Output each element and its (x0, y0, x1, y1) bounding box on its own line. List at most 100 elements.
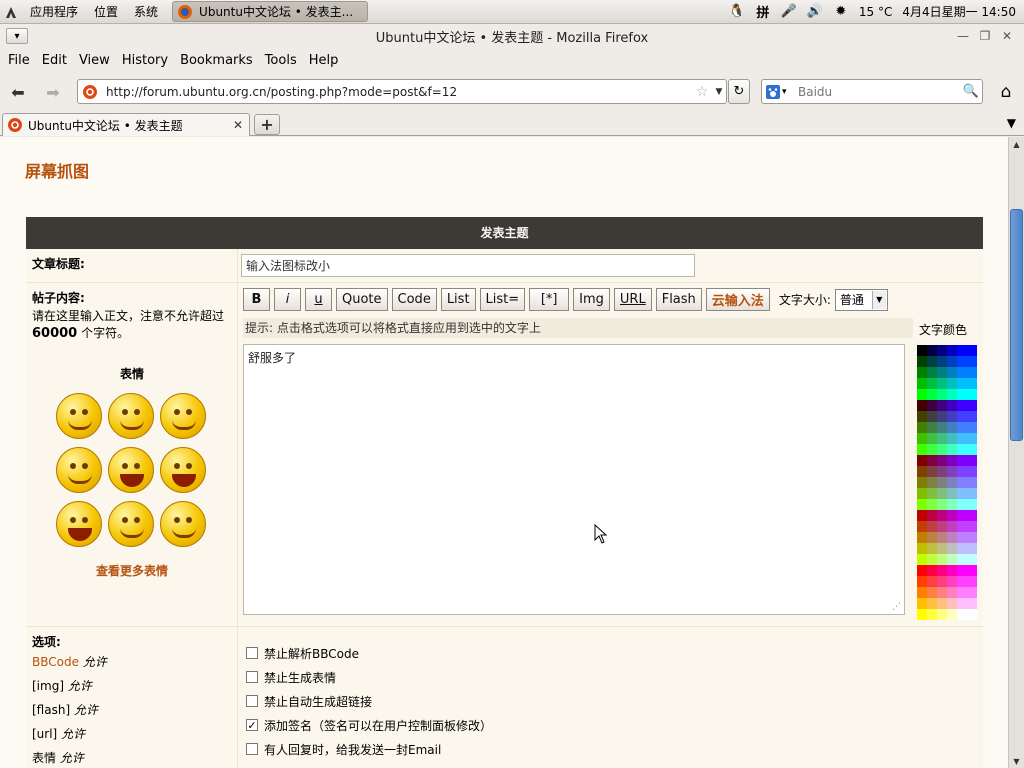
color-swatch[interactable] (917, 433, 927, 444)
smiley-sweat-icon[interactable] (160, 447, 206, 493)
color-swatch[interactable] (957, 400, 967, 411)
color-swatch[interactable] (967, 422, 977, 433)
bbcode-help-link[interactable]: BBCode (32, 655, 79, 669)
url-button[interactable]: URL (613, 288, 652, 311)
menu-places[interactable]: 位置 (86, 0, 126, 24)
menu-view[interactable]: View (73, 53, 116, 68)
color-swatch[interactable] (927, 400, 937, 411)
color-swatch[interactable] (937, 499, 947, 510)
color-swatch[interactable] (927, 433, 937, 444)
menu-file[interactable]: File (2, 53, 36, 68)
color-swatch[interactable] (927, 455, 937, 466)
color-swatch[interactable] (947, 389, 957, 400)
microphone-icon[interactable]: 🎤 (781, 4, 797, 20)
color-swatch[interactable] (967, 488, 977, 499)
color-swatch[interactable] (917, 554, 927, 565)
color-swatch[interactable] (927, 499, 937, 510)
search-icon[interactable]: 🔍 (960, 84, 982, 99)
color-swatch[interactable] (937, 367, 947, 378)
volume-icon[interactable]: 🔊 (807, 4, 823, 20)
color-swatch[interactable] (917, 345, 927, 356)
color-swatch[interactable] (967, 587, 977, 598)
url-bar[interactable]: http://forum.ubuntu.org.cn/posting.php?m… (77, 79, 727, 104)
color-swatch[interactable] (957, 499, 967, 510)
color-swatch[interactable] (957, 444, 967, 455)
color-swatch[interactable] (937, 433, 947, 444)
color-swatch[interactable] (957, 587, 967, 598)
url-text[interactable]: http://forum.ubuntu.org.cn/posting.php?m… (102, 85, 692, 99)
color-swatch[interactable] (927, 356, 937, 367)
color-swatch[interactable] (937, 543, 947, 554)
color-swatch[interactable] (947, 521, 957, 532)
color-swatch[interactable] (927, 598, 937, 609)
color-swatch[interactable] (917, 488, 927, 499)
italic-button[interactable]: i (274, 288, 301, 311)
color-swatch[interactable] (927, 378, 937, 389)
smiley-laugh-icon[interactable] (108, 447, 154, 493)
color-swatch[interactable] (967, 510, 977, 521)
color-swatch[interactable] (967, 609, 977, 620)
color-swatch[interactable] (947, 598, 957, 609)
color-swatch[interactable] (937, 609, 947, 620)
color-swatch[interactable] (927, 576, 937, 587)
search-input[interactable] (794, 84, 960, 99)
smiley-wink-icon[interactable] (160, 393, 206, 439)
color-swatch[interactable] (947, 433, 957, 444)
color-swatch[interactable] (967, 367, 977, 378)
subject-input[interactable] (241, 254, 695, 277)
color-swatch[interactable] (937, 488, 947, 499)
color-swatch[interactable] (937, 554, 947, 565)
color-swatch[interactable] (947, 609, 957, 620)
scroll-up-icon[interactable]: ▲ (1009, 137, 1024, 151)
color-swatch[interactable] (927, 367, 937, 378)
color-swatch[interactable] (947, 532, 957, 543)
color-swatch[interactable] (957, 532, 967, 543)
color-swatch[interactable] (967, 554, 977, 565)
smiley-tongue-icon[interactable] (108, 393, 154, 439)
smiley-shy-icon[interactable] (56, 447, 102, 493)
color-swatch[interactable] (917, 565, 927, 576)
color-swatch[interactable] (957, 609, 967, 620)
color-swatch[interactable] (937, 510, 947, 521)
color-swatch[interactable] (917, 367, 927, 378)
color-swatch[interactable] (927, 466, 937, 477)
option-disable-magic-url[interactable]: 禁止自动生成超链接 (246, 689, 492, 713)
color-swatch[interactable] (947, 543, 957, 554)
list-item-button[interactable]: [*] (529, 288, 570, 311)
color-swatch[interactable] (937, 356, 947, 367)
color-swatch[interactable] (967, 455, 977, 466)
color-swatch[interactable] (957, 411, 967, 422)
color-swatch[interactable] (957, 345, 967, 356)
menu-help[interactable]: Help (303, 53, 345, 68)
color-swatch[interactable] (957, 466, 967, 477)
color-swatch[interactable] (917, 510, 927, 521)
color-swatch[interactable] (967, 521, 977, 532)
color-swatch[interactable] (947, 554, 957, 565)
weather-temperature[interactable]: 15 °C (859, 5, 892, 19)
color-swatch[interactable] (937, 444, 947, 455)
resize-grip-icon[interactable]: ⋰ (892, 602, 901, 612)
color-swatch[interactable] (927, 543, 937, 554)
forward-button[interactable]: ➡ (40, 79, 66, 105)
color-swatch[interactable] (957, 356, 967, 367)
color-swatch[interactable] (927, 565, 937, 576)
clock[interactable]: 4月4日星期一 14:50 (902, 3, 1016, 20)
new-tab-button[interactable]: + (254, 114, 280, 135)
option-attach-signature[interactable]: ✓ 添加签名（签名可以在用户控制面板修改） (246, 713, 492, 737)
color-swatch[interactable] (957, 510, 967, 521)
option-disable-smilies[interactable]: 禁止生成表情 (246, 665, 492, 689)
color-swatch[interactable] (937, 378, 947, 389)
close-window-button[interactable]: ✕ (998, 28, 1016, 44)
color-swatch[interactable] (947, 367, 957, 378)
color-swatch[interactable] (917, 389, 927, 400)
color-swatch[interactable] (917, 543, 927, 554)
color-palette[interactable] (917, 345, 977, 620)
checkbox[interactable] (246, 647, 258, 659)
color-swatch[interactable] (957, 565, 967, 576)
color-swatch[interactable] (947, 411, 957, 422)
color-swatch[interactable] (967, 565, 977, 576)
color-swatch[interactable] (967, 576, 977, 587)
color-swatch[interactable] (937, 400, 947, 411)
font-size-select[interactable]: 普通 ▼ (834, 288, 888, 311)
quote-button[interactable]: Quote (336, 288, 388, 311)
